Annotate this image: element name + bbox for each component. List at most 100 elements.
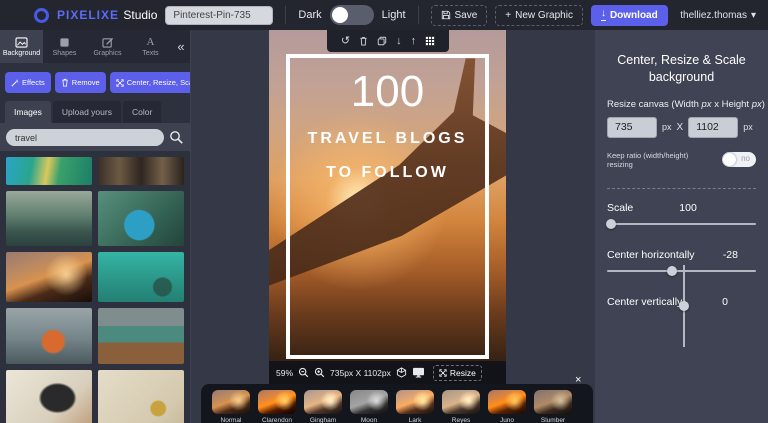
undo-icon[interactable]: ↺ xyxy=(341,36,350,47)
image-thumb[interactable] xyxy=(98,370,184,423)
filter-strip: Normal Clarendon Gingham Moon Lark Reyes… xyxy=(201,384,593,423)
image-thumb[interactable] xyxy=(6,308,92,364)
subtab-upload-yours[interactable]: Upload yours xyxy=(53,101,121,123)
download-button[interactable]: ↓ Download xyxy=(591,5,668,26)
search-icon[interactable] xyxy=(169,130,184,145)
brand-suffix: Studio xyxy=(123,8,157,22)
trash-icon[interactable] xyxy=(359,36,368,46)
duplicate-icon[interactable] xyxy=(377,36,387,46)
background-subtabs: Images Upload yours Color xyxy=(0,101,190,123)
expand-arrows-icon xyxy=(439,369,447,377)
collapse-sidebar-icon[interactable]: « xyxy=(172,30,190,63)
filter-option[interactable]: Slumber xyxy=(534,390,572,423)
filter-thumb-gingham xyxy=(304,390,342,414)
grid-icon[interactable] xyxy=(425,36,435,46)
search-input[interactable] xyxy=(6,129,164,146)
image-thumb[interactable] xyxy=(6,157,92,185)
save-floppy-icon xyxy=(441,10,451,20)
user-menu[interactable]: thelliez.thomas ▾ xyxy=(680,10,756,21)
image-thumb[interactable] xyxy=(98,191,184,246)
filter-thumb-slumber xyxy=(534,390,572,414)
caption-px: px xyxy=(702,99,712,110)
center-vertically-label: Center vertically xyxy=(607,296,682,308)
tab-graphics[interactable]: Graphics xyxy=(86,30,129,63)
theme-toggle-thumb[interactable] xyxy=(332,7,348,23)
image-thumb[interactable] xyxy=(6,370,92,423)
left-sidebar: Background Shapes Graphics A Texts « Eff… xyxy=(0,30,190,423)
image-thumb[interactable] xyxy=(98,308,184,364)
dimensions-x-separator: X xyxy=(677,122,684,133)
canvas-width-input[interactable] xyxy=(607,117,657,138)
center-resize-scale-button[interactable]: Center, Resize, Scale xyxy=(110,72,190,93)
top-bar: PIXELIXE Studio Dark Light Save + New Gr… xyxy=(0,0,768,30)
remove-button[interactable]: Remove xyxy=(55,72,106,93)
width-unit-label: px xyxy=(662,122,672,132)
filter-option[interactable]: Lark xyxy=(396,390,434,423)
zoom-out-icon[interactable] xyxy=(298,367,309,378)
keep-ratio-toggle-thumb[interactable] xyxy=(723,153,736,166)
center-vertically-value: 0 xyxy=(722,296,728,308)
center-resize-scale-label: Center, Resize, Scale xyxy=(127,78,190,87)
move-down-icon[interactable]: ↓ xyxy=(396,36,402,47)
keep-ratio-toggle[interactable]: no xyxy=(722,152,756,167)
filter-thumb-juno xyxy=(488,390,526,414)
filter-option[interactable]: Moon xyxy=(350,390,388,423)
center-horizontally-label: Center horizontally xyxy=(607,249,695,261)
center-horizontally-slider-thumb[interactable] xyxy=(667,266,677,276)
subtab-color[interactable]: Color xyxy=(123,101,161,123)
filter-thumb-reyes xyxy=(442,390,480,414)
divider xyxy=(285,6,286,24)
center-vertically-slider-thumb[interactable] xyxy=(679,301,689,311)
document-title-input[interactable] xyxy=(165,6,273,25)
filter-name: Normal xyxy=(221,417,242,423)
new-graphic-label: New Graphic xyxy=(515,10,573,21)
sidebar-tab-bar: Background Shapes Graphics A Texts « xyxy=(0,30,190,63)
zoom-level: 59% xyxy=(276,368,293,378)
center-horizontally-row: Center horizontally -28 xyxy=(607,249,756,261)
close-filter-strip-icon[interactable]: × xyxy=(575,374,581,386)
light-label: Light xyxy=(382,9,406,21)
design-canvas[interactable]: 100 TRAVEL BLOGS TO FOLLOW xyxy=(269,30,506,385)
cube-icon[interactable] xyxy=(396,367,407,378)
filter-option[interactable]: Reyes xyxy=(442,390,480,423)
filter-name: Moon xyxy=(361,417,377,423)
image-icon xyxy=(15,37,28,48)
filter-option[interactable]: Normal xyxy=(212,390,250,423)
save-button[interactable]: Save xyxy=(431,5,488,26)
pen-square-icon xyxy=(102,37,114,48)
monitor-icon[interactable] xyxy=(412,367,425,378)
resize-button[interactable]: Resize xyxy=(433,365,482,381)
tab-graphics-label: Graphics xyxy=(93,50,121,57)
zoom-in-icon[interactable] xyxy=(314,367,325,378)
filter-name: Reyes xyxy=(452,417,470,423)
filter-option[interactable]: Juno xyxy=(488,390,526,423)
image-thumb[interactable] xyxy=(98,157,184,185)
filter-name: Juno xyxy=(500,417,514,423)
image-thumb[interactable] xyxy=(98,252,184,302)
filter-name: Slumber xyxy=(541,417,565,423)
theme-toggle[interactable] xyxy=(330,5,374,25)
tab-shapes[interactable]: Shapes xyxy=(43,30,86,63)
download-icon: ↓ xyxy=(601,9,606,21)
center-horizontally-slider[interactable] xyxy=(607,270,756,272)
new-graphic-button[interactable]: + New Graphic xyxy=(495,5,583,26)
tab-texts[interactable]: A Texts xyxy=(129,30,172,63)
effects-button[interactable]: Effects xyxy=(5,72,51,93)
save-button-label: Save xyxy=(455,10,478,21)
dashed-divider xyxy=(607,188,756,189)
filter-option[interactable]: Gingham xyxy=(304,390,342,423)
image-thumb[interactable] xyxy=(6,191,92,246)
canvas-dimensions-row: px X px xyxy=(607,117,756,138)
center-vertically-slider[interactable] xyxy=(683,265,685,347)
tab-background[interactable]: Background xyxy=(0,30,43,63)
tab-background-label: Background xyxy=(3,50,40,57)
filter-thumb-normal xyxy=(212,390,250,414)
image-thumb[interactable] xyxy=(6,252,92,302)
subtab-images[interactable]: Images xyxy=(5,101,51,123)
move-up-icon[interactable]: ↑ xyxy=(411,36,417,47)
scale-value: 100 xyxy=(679,202,697,214)
scale-slider-thumb[interactable] xyxy=(606,219,616,229)
filter-option[interactable]: Clarendon xyxy=(258,390,296,423)
scale-slider[interactable] xyxy=(607,223,756,225)
canvas-height-input[interactable] xyxy=(688,117,738,138)
